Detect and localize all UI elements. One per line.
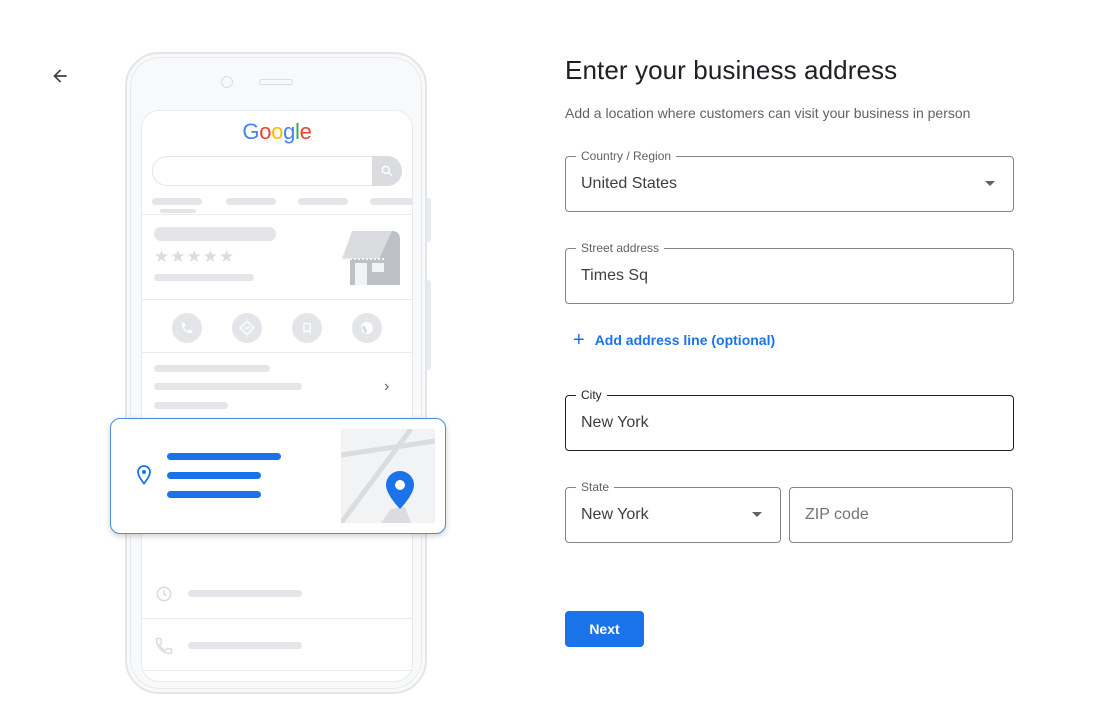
divider <box>142 299 412 300</box>
placeholder-bar <box>154 402 228 409</box>
phone-camera <box>221 76 233 88</box>
street-address-field[interactable]: Street address Times Sq <box>565 241 1014 304</box>
city-value: New York <box>581 414 649 431</box>
divider <box>142 670 412 671</box>
google-logo: Google <box>142 119 412 145</box>
map-roads <box>341 429 435 523</box>
phone-screen: Google ★★★★★ › <box>141 110 413 682</box>
city-field[interactable]: City New York <box>565 388 1014 451</box>
logo-letter: g <box>283 119 296 144</box>
divider <box>142 214 412 215</box>
rating-stars: ★★★★★ <box>154 247 236 266</box>
placeholder-bar <box>298 198 348 205</box>
mock-call-button <box>172 313 202 343</box>
placeholder-bar <box>226 198 276 205</box>
phone-icon <box>181 322 193 334</box>
divider <box>142 352 412 353</box>
location-pin-icon <box>137 465 151 485</box>
placeholder-bar <box>188 590 302 597</box>
next-button[interactable]: Next <box>565 611 644 647</box>
placeholder-bar <box>188 642 302 649</box>
search-icon <box>381 165 393 177</box>
page-title: Enter your business address <box>565 55 898 85</box>
placeholder-bar <box>154 365 270 372</box>
phone-illustration: Google ★★★★★ › <box>125 52 427 694</box>
state-value: New York <box>581 506 649 523</box>
placeholder-bar <box>152 198 202 205</box>
placeholder-bar <box>154 274 254 281</box>
mock-directions-button <box>232 313 262 343</box>
page-subtitle: Add a location where customers can visit… <box>565 105 971 121</box>
mock-search-button <box>372 156 402 186</box>
globe-icon <box>361 322 373 334</box>
zip-code-field[interactable]: ZIP code <box>789 487 1013 543</box>
address-line-bar <box>167 491 261 498</box>
placeholder-bar <box>160 209 196 213</box>
arrow-left-icon <box>53 69 67 83</box>
placeholder-bar <box>154 227 276 241</box>
mock-save-button <box>292 313 322 343</box>
logo-letter: o <box>271 119 284 144</box>
bookmark-icon <box>303 322 311 334</box>
map-thumbnail <box>341 429 435 523</box>
back-button[interactable] <box>44 60 76 92</box>
add-address-line-label: Add address line (optional) <box>594 332 776 348</box>
directions-icon <box>239 320 255 336</box>
plus-icon: + <box>573 329 585 351</box>
state-select[interactable]: State New York <box>565 480 781 543</box>
dropdown-arrow-icon <box>752 512 762 517</box>
mock-search-bar <box>152 156 402 186</box>
phone-icon <box>155 637 173 655</box>
zip-code-placeholder: ZIP code <box>805 506 869 523</box>
storefront-icon <box>342 231 400 285</box>
phone-speaker <box>259 79 293 85</box>
chevron-right-icon: › <box>384 378 390 395</box>
location-card-illustration <box>110 418 446 534</box>
placeholder-bar <box>370 198 412 205</box>
divider <box>142 618 412 619</box>
country-region-value: United States <box>581 175 678 192</box>
country-region-select[interactable]: Country / Region United States <box>565 149 1014 212</box>
address-line-bar <box>167 472 261 479</box>
logo-letter: e <box>299 119 312 144</box>
address-line-bar <box>167 453 281 460</box>
logo-letter: o <box>259 119 272 144</box>
dropdown-arrow-icon <box>985 181 995 186</box>
street-address-value: Times Sq <box>581 267 648 284</box>
logo-letter: G <box>242 119 260 144</box>
clock-icon <box>156 586 172 602</box>
add-address-line-button[interactable]: + Add address line (optional) <box>573 330 775 350</box>
placeholder-bar <box>154 383 302 390</box>
mock-website-button <box>352 313 382 343</box>
